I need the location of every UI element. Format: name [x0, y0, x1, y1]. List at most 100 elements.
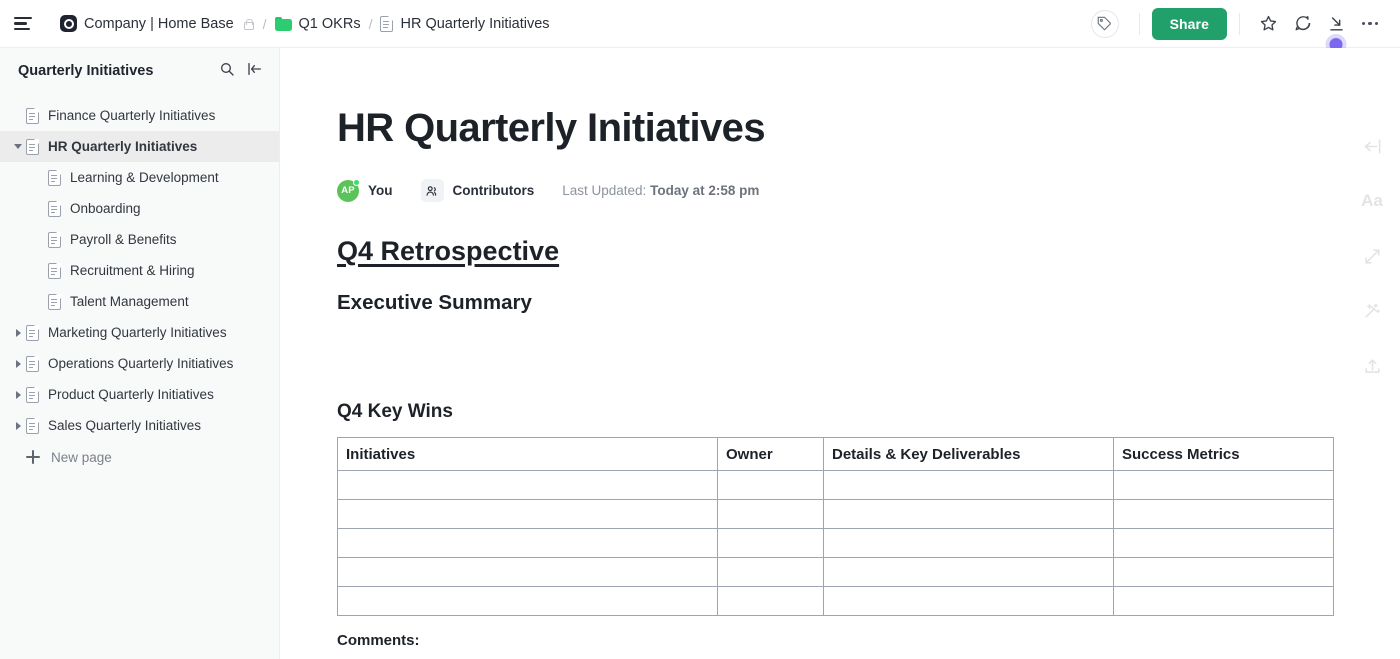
sidebar-item[interactable]: Learning & Development [0, 162, 279, 193]
share-button[interactable]: Share [1151, 7, 1227, 40]
doc-icon [48, 231, 61, 248]
twisty[interactable] [10, 390, 26, 399]
breadcrumb-item-current-doc[interactable]: HR Quarterly Initiatives [380, 15, 550, 32]
magic-wand-icon[interactable] [1356, 295, 1388, 327]
last-updated-prefix: Last Updated: [562, 183, 647, 198]
page-title: HR Quarterly Initiatives [337, 106, 766, 150]
tag-icon[interactable] [1090, 9, 1119, 38]
sidebar-item[interactable]: HR Quarterly Initiatives [0, 131, 279, 162]
chevron-right-icon[interactable] [15, 359, 21, 368]
table-cell[interactable] [717, 528, 824, 558]
sidebar-item[interactable]: Finance Quarterly Initiatives [0, 100, 279, 131]
sidebar-item-label: HR Quarterly Initiatives [48, 139, 198, 154]
sidebar-item[interactable]: Payroll & Benefits [0, 224, 279, 255]
right-toolbar: Aa [1344, 130, 1400, 382]
sidebar-item-label: Marketing Quarterly Initiatives [48, 325, 227, 340]
table-cell[interactable] [823, 470, 1114, 500]
table-cell[interactable] [823, 586, 1114, 616]
breadcrumb-item-company[interactable]: Company | Home Base [60, 15, 255, 32]
table-row [337, 528, 1334, 558]
upload-icon[interactable] [1356, 350, 1388, 382]
breadcrumb: Company | Home Base / Q1 OKRs / HR Quart… [60, 15, 550, 32]
table-cell[interactable] [1113, 557, 1334, 587]
heading-executive-summary: Executive Summary [337, 291, 532, 314]
breadcrumb-label: Q1 OKRs [298, 15, 361, 32]
table-cell[interactable] [717, 499, 824, 529]
sidebar-item[interactable]: Operations Quarterly Initiatives [0, 348, 279, 379]
table-cell[interactable] [823, 499, 1114, 529]
table-cell[interactable] [1113, 499, 1334, 529]
table-cell[interactable] [337, 499, 718, 529]
hamburger-icon[interactable] [14, 12, 38, 36]
sidebar: Quarterly Initiatives Finance Quarterly … [0, 48, 280, 659]
comment-icon[interactable] [1286, 8, 1318, 40]
chevron-right-icon[interactable] [15, 421, 21, 430]
hamburger-line [14, 16, 32, 20]
table-cell[interactable] [337, 586, 718, 616]
contributors-button[interactable]: Contributors [420, 179, 534, 202]
document-meta: AP You Contributors Last Updated: Today … [337, 178, 1400, 202]
table-cell[interactable] [337, 470, 718, 500]
table-header-row: Initiatives Owner Details & Key Deliverabl… [337, 437, 1334, 471]
table-cell[interactable] [337, 528, 718, 558]
expand-left-icon[interactable] [1356, 130, 1388, 162]
search-icon[interactable] [219, 61, 235, 82]
doc-icon [48, 262, 61, 279]
doc-icon [48, 293, 61, 310]
doc-icon [26, 417, 39, 434]
table-cell[interactable] [717, 586, 824, 616]
top-bar-actions: Share [1090, 7, 1400, 51]
sidebar-item-label: Talent Management [70, 294, 189, 309]
star-icon[interactable] [1252, 8, 1284, 40]
table-row [337, 499, 1334, 529]
new-page-label: New page [51, 449, 112, 465]
document-area: HR Quarterly Initiatives AP You Contribu… [281, 48, 1400, 659]
twisty[interactable] [10, 421, 26, 430]
sidebar-item[interactable]: Sales Quarterly Initiatives [0, 410, 279, 441]
breadcrumb-label: HR Quarterly Initiatives [400, 15, 550, 32]
table-cell[interactable] [823, 528, 1114, 558]
table-cell[interactable] [1113, 528, 1334, 558]
hamburger-line [14, 27, 30, 31]
sidebar-item-label: Finance Quarterly Initiatives [48, 108, 216, 123]
breadcrumb-item-q1-okrs[interactable]: Q1 OKRs [274, 15, 361, 32]
twisty[interactable] [10, 359, 26, 368]
new-page-button[interactable]: New page [0, 441, 279, 473]
table-cell[interactable] [823, 557, 1114, 587]
sidebar-item-label: Operations Quarterly Initiatives [48, 356, 234, 371]
sidebar-item-label: Onboarding [70, 201, 141, 216]
table-cell[interactable] [1113, 586, 1334, 616]
sidebar-item[interactable]: Talent Management [0, 286, 279, 317]
comments-label: Comments: [337, 632, 420, 649]
table-row [337, 586, 1334, 616]
table-cell[interactable] [717, 470, 824, 500]
chevron-right-icon[interactable] [15, 328, 21, 337]
chevron-down-icon[interactable] [14, 144, 22, 149]
table-header-cell: Initiatives [337, 437, 718, 471]
more-options-icon[interactable] [1354, 8, 1386, 40]
chevron-right-icon[interactable] [15, 390, 21, 399]
online-status-dot [353, 178, 360, 186]
sidebar-item-label: Learning & Development [70, 170, 219, 185]
sidebar-item[interactable]: Marketing Quarterly Initiatives [0, 317, 279, 348]
table-cell[interactable] [1113, 470, 1334, 500]
avatar[interactable]: AP [337, 178, 360, 202]
table-cell[interactable] [717, 557, 824, 587]
twisty[interactable] [10, 144, 26, 149]
sidebar-item[interactable]: Onboarding [0, 193, 279, 224]
top-bar: Company | Home Base / Q1 OKRs / HR Quart… [0, 0, 1400, 51]
font-size-icon[interactable]: Aa [1356, 185, 1388, 217]
divider [1239, 12, 1240, 35]
last-updated: Last Updated: Today at 2:58 pm [562, 183, 759, 198]
sidebar-item-label: Recruitment & Hiring [70, 263, 195, 278]
key-wins-table: Initiatives Owner Details & Key Deliverabl… [337, 437, 1334, 616]
sidebar-item[interactable]: Recruitment & Hiring [0, 255, 279, 286]
collapse-sidebar-icon[interactable] [247, 61, 263, 82]
table-cell[interactable] [337, 557, 718, 587]
hamburger-line [14, 22, 27, 25]
sidebar-item[interactable]: Product Quarterly Initiatives [0, 379, 279, 410]
collapse-down-right-icon[interactable] [1320, 8, 1352, 51]
table-header-cell: Success Metrics [1113, 437, 1334, 471]
resize-diagonal-icon[interactable] [1356, 240, 1388, 272]
twisty[interactable] [10, 328, 26, 337]
